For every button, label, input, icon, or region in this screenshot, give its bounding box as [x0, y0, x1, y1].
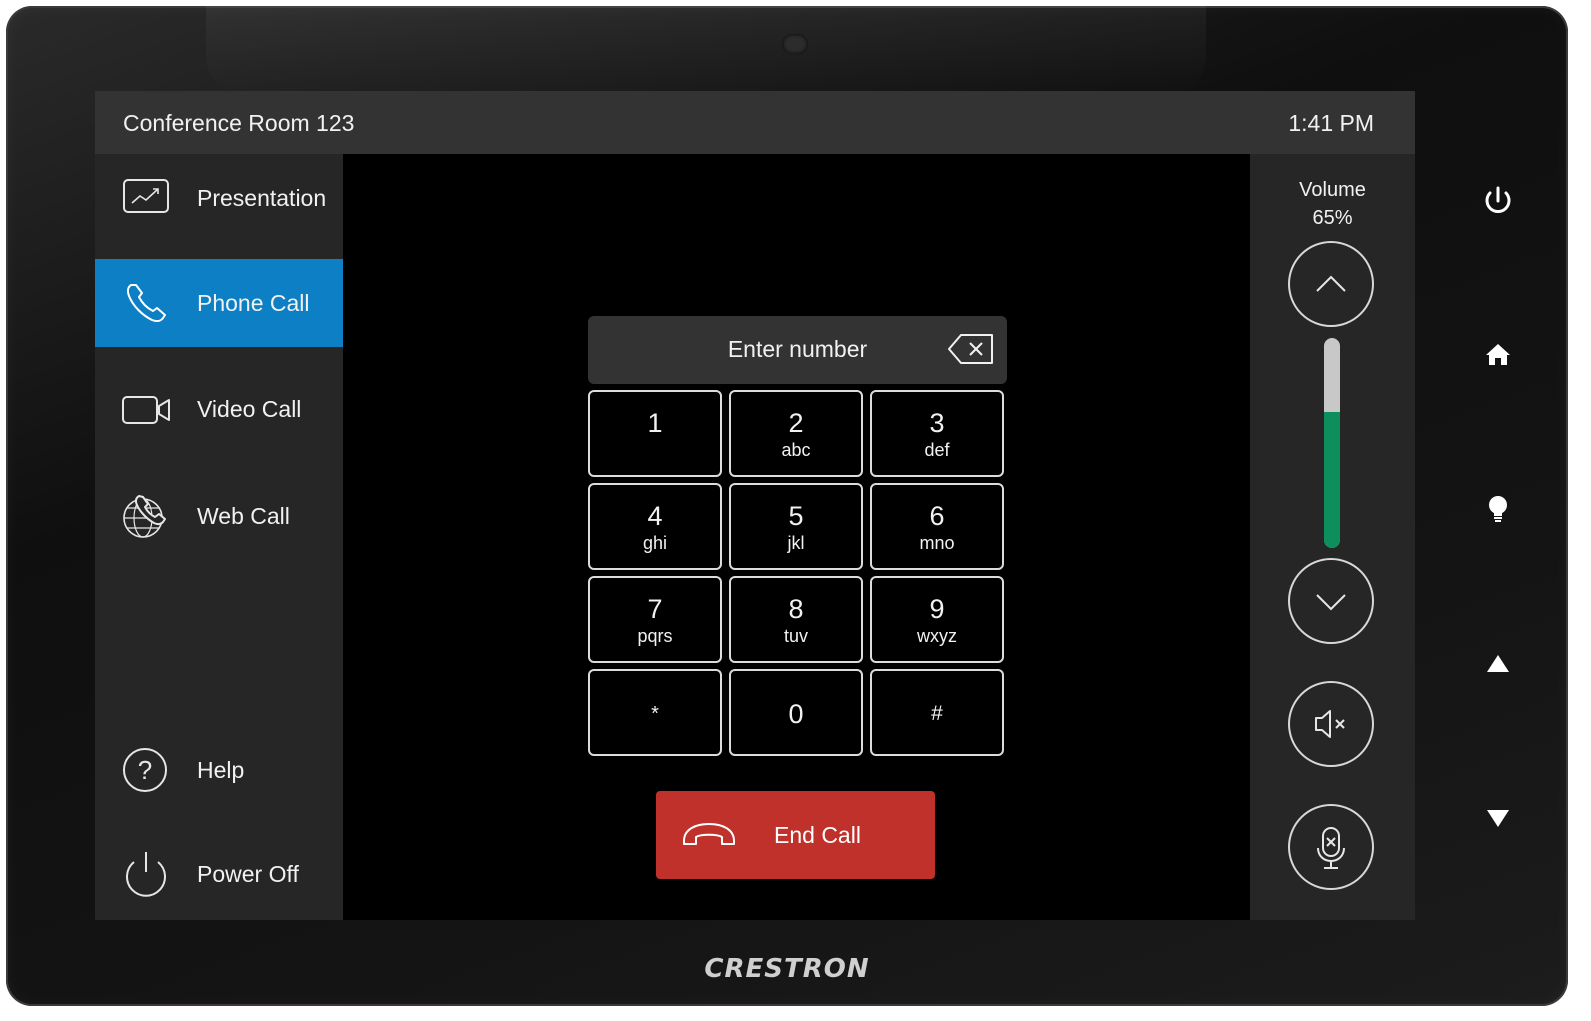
dial-key-2[interactable]: 2 abc: [729, 390, 863, 477]
home-icon: [1486, 344, 1510, 365]
number-entry-field[interactable]: Enter number: [588, 316, 1007, 384]
microphone-mute-icon: [1317, 827, 1345, 869]
key-digit: 3: [929, 408, 945, 438]
end-call-label: End Call: [774, 822, 861, 848]
camera-lens: [782, 34, 808, 54]
chevron-up-icon: [1316, 275, 1346, 292]
key-digit: *: [651, 703, 659, 725]
key-digit: 4: [647, 501, 663, 531]
help-icon: ?: [123, 748, 167, 792]
dial-key-1[interactable]: 1: [588, 390, 722, 477]
sidebar-item-label: Presentation: [197, 185, 327, 211]
sidebar-item-label: Phone Call: [197, 290, 310, 316]
key-letters: ghi: [642, 533, 668, 553]
key-digit: 1: [647, 408, 663, 438]
key-letters: def: [924, 440, 950, 460]
phone-icon: [126, 284, 166, 323]
key-digit: 8: [788, 594, 804, 624]
sidebar-item-web-call[interactable]: Web Call: [95, 472, 343, 560]
sidebar-item-phone-call[interactable]: Phone Call: [95, 259, 343, 347]
sidebar-item-label: Power Off: [197, 861, 299, 887]
speaker-mute-icon: [1315, 710, 1345, 738]
volume-level-fill: [1324, 411, 1340, 548]
key-letters: jkl: [787, 533, 805, 553]
hardware-home-button[interactable]: [1476, 333, 1520, 377]
lightbulb-icon: [1489, 496, 1507, 522]
presentation-icon: [123, 179, 169, 213]
mute-speaker-button[interactable]: [1288, 681, 1374, 767]
dial-key-hash[interactable]: #: [870, 669, 1004, 756]
key-digit: #: [931, 702, 943, 725]
down-arrow-icon: [1487, 810, 1509, 827]
sidebar-item-presentation[interactable]: Presentation: [95, 154, 343, 242]
power-icon: [126, 852, 166, 897]
sidebar-item-help[interactable]: ? Help: [95, 726, 343, 814]
bezel-gloss: [206, 6, 1206, 96]
chevron-down-icon: [1316, 594, 1346, 611]
key-digit: 0: [788, 699, 804, 729]
sidebar-item-label: Web Call: [197, 503, 290, 529]
key-digit: 6: [929, 501, 945, 531]
sidebar-item-label: Video Call: [197, 396, 302, 422]
hardware-up-button[interactable]: [1476, 642, 1520, 686]
dial-key-6[interactable]: 6 mno: [870, 483, 1004, 570]
key-letters: tuv: [783, 626, 808, 646]
touch-screen: Conference Room 123 1:41 PM Presentation…: [95, 91, 1415, 920]
dial-key-3[interactable]: 3 def: [870, 390, 1004, 477]
room-name: Conference Room 123: [123, 110, 355, 136]
key-digit: 5: [788, 501, 804, 531]
header-bar: Conference Room 123 1:41 PM: [95, 91, 1415, 154]
sidebar-item-label: Help: [197, 757, 245, 783]
volume-down-button[interactable]: [1288, 558, 1374, 644]
key-digit: 2: [788, 408, 804, 438]
hang-up-icon: [683, 823, 735, 845]
globe-phone-icon: [123, 495, 166, 538]
sidebar: Presentation Phone Call Video Call Web C…: [95, 154, 343, 920]
volume-level-bar[interactable]: [1324, 338, 1340, 548]
video-camera-icon: [122, 396, 170, 424]
hardware-down-button[interactable]: [1476, 796, 1520, 840]
brand-logo: CRESTRON: [704, 954, 870, 984]
power-icon: [1485, 186, 1511, 213]
dial-key-9[interactable]: 9 wxyz: [870, 576, 1004, 663]
backspace-icon[interactable]: [947, 332, 995, 366]
clock: 1:41 PM: [1288, 110, 1374, 136]
key-letters: abc: [781, 440, 811, 460]
dial-key-7[interactable]: 7 pqrs: [588, 576, 722, 663]
volume-percent: 65%: [1312, 207, 1353, 229]
volume-readout: Volume 65%: [1250, 176, 1415, 232]
up-arrow-icon: [1487, 655, 1509, 672]
volume-title: Volume: [1299, 179, 1366, 201]
dial-key-4[interactable]: 4 ghi: [588, 483, 722, 570]
key-digit: 9: [929, 594, 945, 624]
hardware-lights-button[interactable]: [1476, 487, 1520, 531]
hardware-power-button[interactable]: [1476, 179, 1520, 223]
volume-up-button[interactable]: [1288, 241, 1374, 327]
key-letters: mno: [919, 533, 955, 553]
dial-key-8[interactable]: 8 tuv: [729, 576, 863, 663]
key-letters: wxyz: [917, 626, 957, 646]
key-letters: pqrs: [637, 626, 673, 646]
sidebar-item-power-off[interactable]: Power Off: [95, 830, 343, 918]
dial-key-5[interactable]: 5 jkl: [729, 483, 863, 570]
dial-key-0[interactable]: 0: [729, 669, 863, 756]
volume-panel: Volume 65%: [1250, 154, 1415, 920]
svg-text:?: ?: [138, 755, 152, 785]
sidebar-item-video-call[interactable]: Video Call: [95, 365, 343, 453]
number-entry-placeholder: Enter number: [727, 336, 868, 362]
key-digit: 7: [647, 594, 663, 624]
mute-microphone-button[interactable]: [1288, 804, 1374, 890]
end-call-button[interactable]: End Call: [656, 791, 935, 879]
dial-key-star[interactable]: *: [588, 669, 722, 756]
